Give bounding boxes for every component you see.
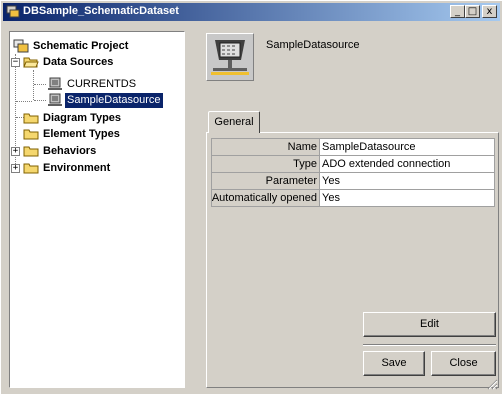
table-row: Name SampleDatasource [211,138,495,156]
tree-item-behaviors[interactable]: Behaviors [23,143,98,159]
datasource-icon [48,93,62,106]
tree-expander-expand[interactable]: + [11,147,20,156]
tree-item-currentds[interactable]: CURRENTDS [47,76,138,92]
tab-general[interactable]: General [208,111,260,133]
table-row: Automatically opened Yes [211,189,495,207]
folder-icon [23,146,39,157]
project-tree[interactable]: Schematic Project − Data Sources CURRENT… [9,31,185,388]
property-parameter-label: Parameter [211,172,320,190]
tree-line [34,84,46,85]
table-row: Parameter Yes [211,172,495,190]
app-icon [6,5,20,18]
property-name-value[interactable]: SampleDatasource [319,138,495,156]
tree-expander-expand[interactable]: + [11,164,20,173]
tree-item-data-sources[interactable]: Data Sources [23,54,115,70]
folder-icon [23,129,39,140]
tree-line [33,70,34,100]
tree-line [16,101,32,102]
tree-item-diagram-types[interactable]: Diagram Types [23,110,123,126]
datasource-icon [48,77,62,90]
tree-line [34,100,46,101]
resize-grip-icon[interactable] [486,378,498,390]
close-button[interactable]: Close [431,351,496,376]
dialog-window: DBSample_SchematicDataset _ □ x Schemati… [0,0,503,395]
folder-open-icon [23,57,39,68]
property-type-label: Type [211,155,320,173]
tree-item-schematic-project[interactable]: Schematic Project [13,38,130,54]
properties-table: Name SampleDatasource Type ADO extended … [211,138,495,207]
property-name-label: Name [211,138,320,156]
save-button[interactable]: Save [363,351,425,376]
window-title: DBSample_SchematicDataset [23,5,179,17]
property-auto-opened-label: Automatically opened [211,189,320,207]
maximize-button[interactable]: □ [465,5,480,18]
title-bar[interactable]: DBSample_SchematicDataset _ □ x [3,3,500,21]
project-icon [13,39,29,53]
datasource-large-icon [206,33,254,81]
close-window-button[interactable]: x [482,5,497,18]
tree-item-sampledatasource[interactable]: SampleDatasource [47,92,163,108]
minimize-button[interactable]: _ [450,5,465,18]
property-auto-opened-value[interactable]: Yes [319,189,495,207]
property-type-value[interactable]: ADO extended connection [319,155,495,173]
folder-icon [23,113,39,124]
folder-icon [23,163,39,174]
tree-item-element-types[interactable]: Element Types [23,126,122,142]
tree-expander-collapse[interactable]: − [11,58,20,67]
table-row: Type ADO extended connection [211,155,495,173]
datasource-title: SampleDatasource [266,39,360,51]
property-parameter-value[interactable]: Yes [319,172,495,190]
edit-button[interactable]: Edit [363,312,496,337]
button-separator [363,344,496,346]
tree-item-environment[interactable]: Environment [23,160,112,176]
